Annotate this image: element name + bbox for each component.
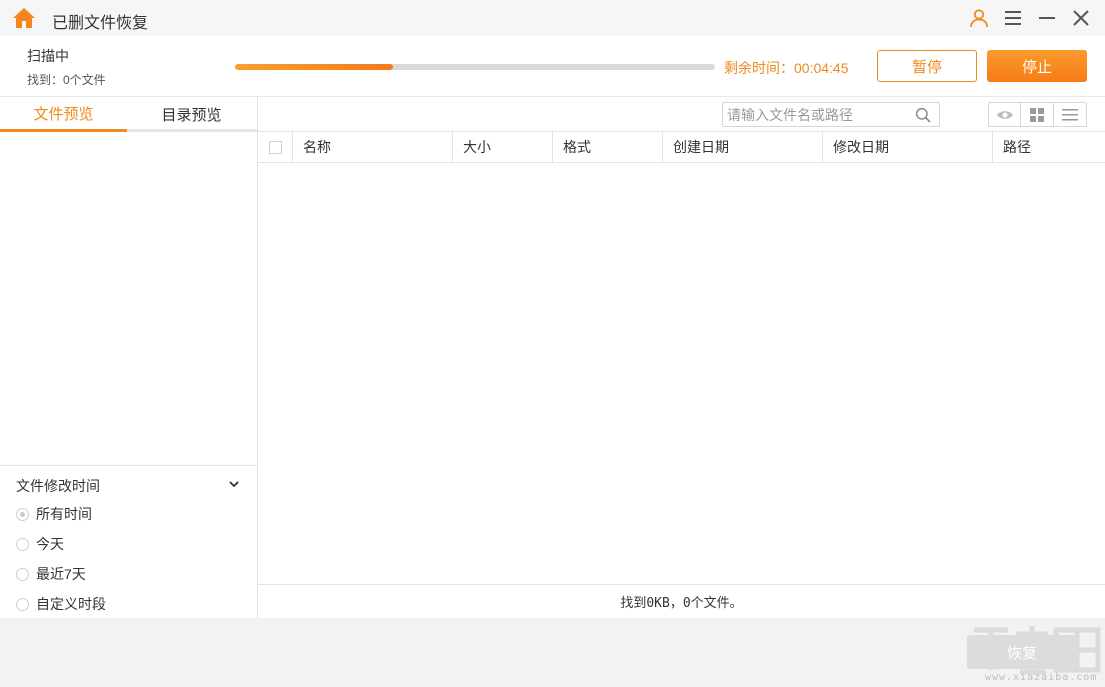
eye-icon [996,110,1013,119]
filter-option-label: 所有时间 [36,506,92,522]
home-icon[interactable] [12,6,36,30]
scan-status: 扫描中 [27,48,69,64]
grid-view-button[interactable] [1021,103,1054,126]
stop-button[interactable]: 停止 [987,50,1087,82]
filter-option-last7days[interactable]: 最近7天 [16,564,86,584]
list-icon [1061,108,1078,120]
menu-icon[interactable] [1002,7,1024,29]
search-icon[interactable] [915,107,931,123]
left-panel: 文件预览 目录预览 文件修改时间 所有时间 今天 最近7天 自定义时段 [0,97,258,618]
title-bar: 已删文件恢复 [0,0,1105,36]
tab-directory-preview[interactable]: 目录预览 [128,97,255,132]
preview-view-button[interactable] [989,103,1022,126]
radio-button[interactable] [16,567,29,581]
filter-option-label: 今天 [36,536,64,552]
view-mode-buttons [988,102,1087,127]
column-header-modified[interactable]: 修改日期 [822,132,992,162]
minimize-icon[interactable] [1036,7,1058,29]
tab-file-preview[interactable]: 文件预览 [0,97,127,132]
list-view-button[interactable] [1054,103,1086,126]
filter-option-custom[interactable]: 自定义时段 [16,594,106,614]
filter-option-all[interactable]: 所有时间 [16,504,92,524]
search-input[interactable] [723,103,913,126]
scan-progress-fill [235,64,394,70]
recover-button[interactable]: 恢复 [967,635,1077,669]
file-table-body [258,163,1105,584]
column-header-size[interactable]: 大小 [452,132,552,162]
table-header: 名称 大小 格式 创建日期 修改日期 路径 [258,131,1105,163]
radio-button[interactable] [16,537,29,551]
column-header-format[interactable]: 格式 [552,132,662,162]
pause-button[interactable]: 暂停 [877,50,977,82]
result-status: 找到0KB，0个文件。 [258,584,1105,618]
window-title: 已删文件恢复 [52,15,149,32]
close-icon[interactable] [1070,7,1092,29]
footer-bar: 恢复 www.xiazaiba.com [0,618,1105,687]
filter-title: 文件修改时间 [16,478,100,494]
scan-progress-bar [235,64,715,70]
scan-found-count: 找到：0个文件 [27,73,106,87]
search-box [722,102,940,127]
grid-icon [1030,107,1045,122]
remaining-time: 剩余时间：00:04:45 [724,60,849,76]
file-list-panel: 名称 大小 格式 创建日期 修改日期 路径 找到0KB，0个文件。 [258,97,1105,618]
radio-button[interactable] [16,507,29,521]
chevron-down-icon[interactable] [228,478,240,490]
filter-option-label: 最近7天 [36,566,86,582]
watermark-text: www.xiazaiba.com [985,672,1098,683]
radio-button[interactable] [16,597,29,611]
select-all-cell [258,132,292,162]
preview-tabs: 文件预览 目录预览 [0,97,257,132]
column-header-created[interactable]: 创建日期 [662,132,822,162]
filter-option-label: 自定义时段 [36,596,106,612]
column-header-path[interactable]: 路径 [992,132,1105,162]
select-all-checkbox[interactable] [268,140,282,154]
scan-bar: 扫描中 找到：0个文件 剩余时间：00:04:45 暂停 停止 [0,36,1105,97]
modified-time-filter: 文件修改时间 所有时间 今天 最近7天 自定义时段 [0,465,257,618]
filter-option-today[interactable]: 今天 [16,534,64,554]
user-icon[interactable] [968,7,990,29]
column-header-name[interactable]: 名称 [292,132,452,162]
